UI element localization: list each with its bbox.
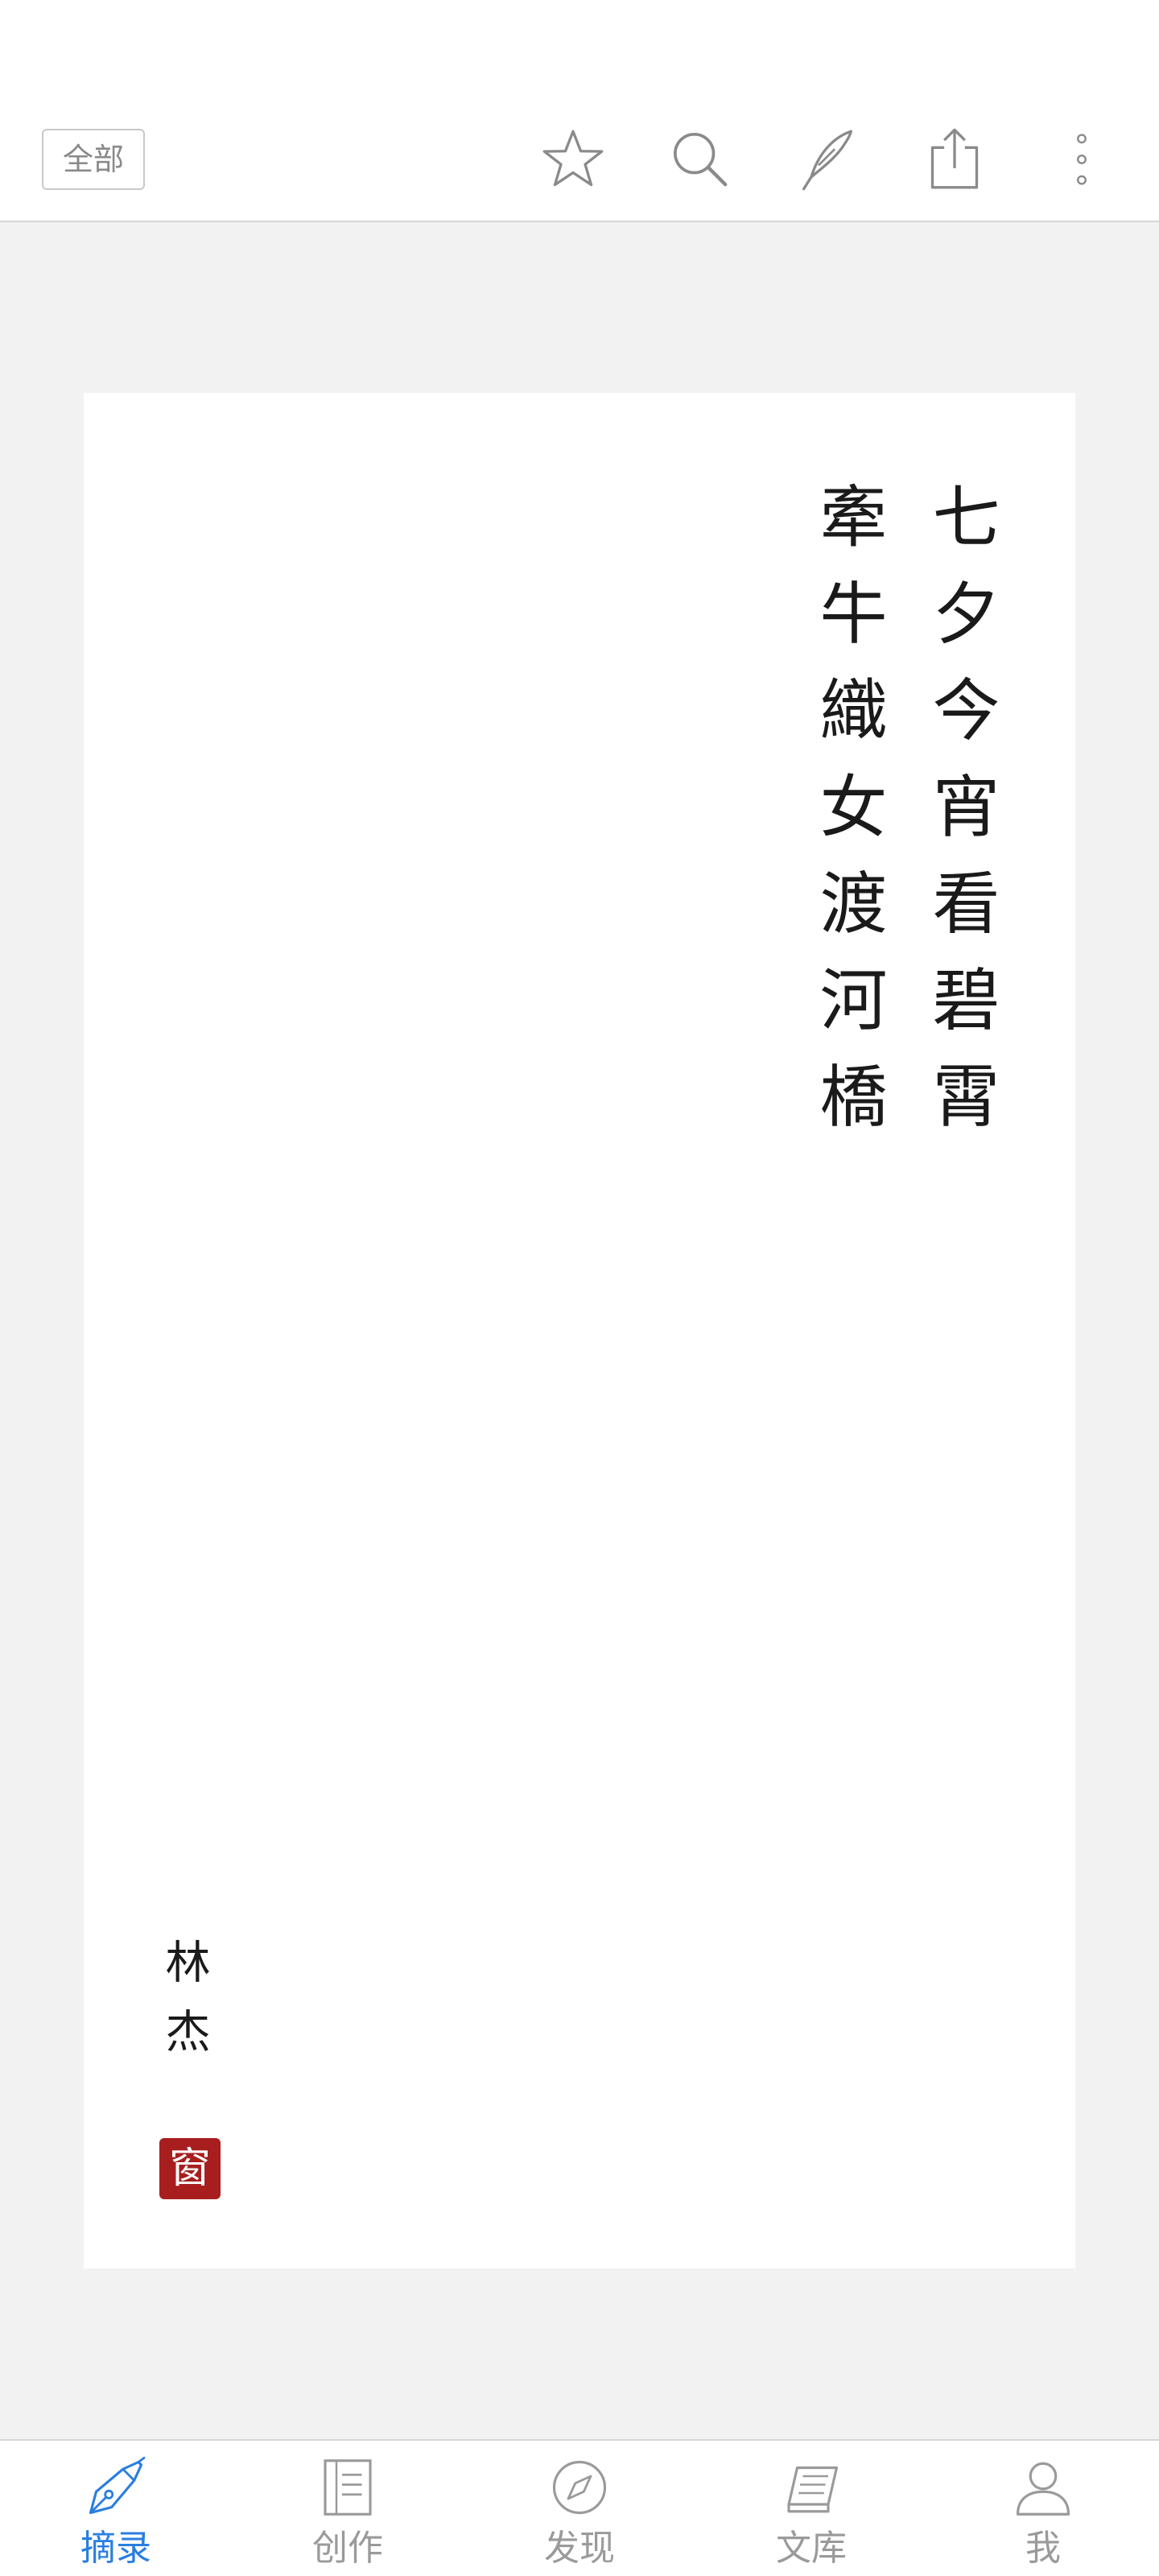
nav-label-create: 创作 [312,2528,383,2569]
nav-item-discover[interactable]: 发现 [464,2441,695,2576]
seal-stamp: 窗 [159,2138,221,2199]
poem-card[interactable]: 七夕今宵看碧霄 牽牛織女渡河橋 林杰 窗 [84,393,1075,2268]
nav-item-excerpt[interactable]: 摘录 [0,2441,232,2576]
poem-author: 林杰 [158,1938,210,2077]
star-icon[interactable] [534,121,612,198]
nav-label-library: 文库 [776,2528,847,2569]
pen-nib-icon [82,2454,150,2524]
search-icon[interactable] [662,121,739,198]
poem-text: 七夕今宵看碧霄 牽牛織女渡河橋 [809,481,1000,1158]
share-icon[interactable] [916,121,993,198]
poem-line-2: 牽牛織女渡河橋 [809,481,888,1158]
nav-label-discover: 发现 [544,2528,615,2569]
nav-label-me: 我 [1025,2528,1061,2569]
document-icon [314,2454,382,2524]
compass-icon [546,2454,613,2524]
book-library-icon [777,2454,845,2524]
top-toolbar: 全部 [0,0,1159,222]
nav-item-me[interactable]: 我 [927,2441,1159,2576]
nav-item-library[interactable]: 文库 [695,2441,927,2576]
poem-line-1: 七夕今宵看碧霄 [922,481,1000,1158]
user-icon [1009,2454,1077,2524]
filter-all-button[interactable]: 全部 [42,129,145,190]
more-vertical-icon[interactable] [1043,121,1120,198]
quill-icon[interactable] [789,121,866,198]
nav-item-create[interactable]: 创作 [232,2441,464,2576]
nav-label-excerpt: 摘录 [80,2528,151,2569]
bottom-navigation: 摘录 创作 发现 文库 我 [0,2439,1159,2576]
